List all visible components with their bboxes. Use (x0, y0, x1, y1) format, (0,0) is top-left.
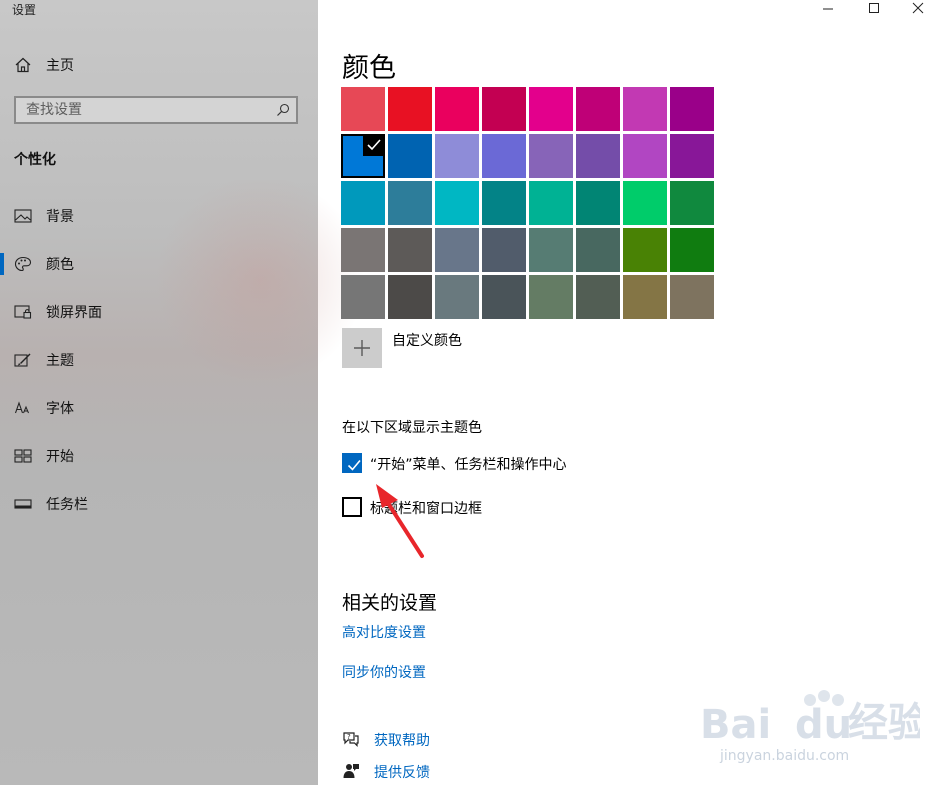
sidebar-home-label: 主页 (46, 58, 74, 74)
annotation-arrow (376, 484, 424, 558)
color-swatch[interactable] (529, 228, 573, 272)
sidebar-item-taskbar[interactable]: 任务栏 (0, 486, 318, 522)
maximize-button[interactable] (852, 0, 898, 18)
color-swatch[interactable] (576, 181, 620, 225)
color-swatch-selected[interactable] (341, 134, 385, 178)
color-swatch[interactable] (435, 228, 479, 272)
sidebar-home[interactable]: 主页 (0, 48, 318, 82)
color-swatch[interactable] (482, 228, 526, 272)
svg-text:jingyan.baidu.com: jingyan.baidu.com (719, 748, 849, 764)
color-swatch[interactable] (623, 134, 667, 178)
color-swatch[interactable] (576, 134, 620, 178)
sidebar-item-fonts[interactable]: 字体 (0, 390, 318, 426)
sidebar-item-lock-screen[interactable]: 锁屏界面 (0, 294, 318, 330)
color-swatch[interactable] (388, 87, 432, 131)
sidebar-item-label: 字体 (46, 401, 74, 417)
color-swatch[interactable] (529, 134, 573, 178)
font-icon (14, 400, 32, 416)
color-swatch[interactable] (670, 134, 714, 178)
app-title: 设置 (12, 3, 37, 17)
high-contrast-link[interactable]: 高对比度设置 (342, 622, 426, 642)
sidebar-item-label: 主题 (46, 353, 74, 369)
close-button[interactable] (896, 0, 928, 18)
start-tiles-icon (14, 448, 32, 464)
selection-indicator (0, 253, 4, 275)
color-swatch[interactable] (576, 275, 620, 319)
sync-settings-link[interactable]: 同步你的设置 (342, 662, 426, 682)
color-swatch[interactable] (623, 87, 667, 131)
sidebar: 设置 主页 个性化 背景 颜色 锁屏界面 主题 (0, 0, 370, 785)
feedback-link[interactable]: 提供反馈 (374, 762, 430, 782)
sidebar-item-start[interactable]: 开始 (0, 438, 318, 474)
sidebar-item-label: 背景 (46, 209, 74, 225)
color-swatch[interactable] (623, 275, 667, 319)
color-swatch[interactable] (529, 275, 573, 319)
color-swatch[interactable] (623, 228, 667, 272)
color-swatch[interactable] (388, 181, 432, 225)
get-help-link[interactable]: 获取帮助 (374, 730, 430, 750)
page-title: 颜色 (342, 53, 396, 84)
accent-color-palette (341, 87, 714, 319)
color-swatch[interactable] (388, 134, 432, 178)
color-swatch[interactable] (529, 87, 573, 131)
lock-screen-icon (14, 304, 32, 320)
home-icon (14, 56, 32, 74)
search-input[interactable] (16, 98, 276, 122)
image-icon (14, 208, 32, 224)
custom-color-label[interactable]: 自定义颜色 (392, 330, 462, 350)
baidu-watermark-logo: Bai du 经验 jingyan.baidu.com (700, 690, 920, 764)
minimize-button[interactable] (806, 0, 852, 18)
color-swatch[interactable] (482, 275, 526, 319)
sidebar-item-colors[interactable]: 颜色 (0, 246, 318, 282)
svg-text:?: ? (347, 733, 351, 741)
search-box[interactable] (14, 96, 298, 124)
color-swatch[interactable] (341, 228, 385, 272)
color-swatch[interactable] (341, 87, 385, 131)
show-accent-heading: 在以下区域显示主题色 (342, 420, 482, 436)
color-swatch[interactable] (435, 87, 479, 131)
svg-text:经验: 经验 (848, 700, 920, 746)
plus-icon (342, 340, 382, 372)
sidebar-item-themes[interactable]: 主题 (0, 342, 318, 378)
color-swatch[interactable] (670, 275, 714, 319)
search-icon[interactable] (276, 102, 290, 116)
palette-icon (14, 256, 32, 272)
sidebar-item-label: 锁屏界面 (46, 305, 102, 321)
sidebar-item-label: 任务栏 (46, 497, 88, 513)
feedback-icon (342, 762, 360, 780)
color-swatch[interactable] (341, 275, 385, 319)
sidebar-item-label: 开始 (46, 449, 74, 465)
checkmark-icon (363, 134, 385, 156)
taskbar-icon (14, 496, 32, 512)
color-swatch[interactable] (435, 275, 479, 319)
title-bar-checkbox[interactable] (342, 497, 362, 517)
custom-color-button[interactable] (342, 328, 382, 368)
color-swatch[interactable] (482, 181, 526, 225)
color-swatch[interactable] (670, 87, 714, 131)
color-swatch[interactable] (576, 228, 620, 272)
color-swatch[interactable] (482, 134, 526, 178)
color-swatch[interactable] (670, 181, 714, 225)
color-swatch[interactable] (388, 228, 432, 272)
sidebar-item-label: 颜色 (46, 257, 74, 273)
start-taskbar-checkbox-label[interactable]: “开始”菜单、任务栏和操作中心 (370, 454, 567, 474)
color-swatch[interactable] (670, 228, 714, 272)
related-settings-heading: 相关的设置 (342, 592, 438, 614)
color-swatch[interactable] (482, 87, 526, 131)
color-swatch[interactable] (341, 181, 385, 225)
help-chat-icon: ? (342, 730, 360, 748)
color-swatch[interactable] (435, 134, 479, 178)
svg-text:Bai: Bai (700, 702, 771, 748)
color-swatch[interactable] (435, 181, 479, 225)
sidebar-item-background[interactable]: 背景 (0, 198, 318, 234)
color-swatch[interactable] (623, 181, 667, 225)
theme-brush-icon (14, 352, 32, 368)
start-taskbar-checkbox[interactable] (342, 453, 362, 473)
color-swatch[interactable] (388, 275, 432, 319)
color-swatch[interactable] (576, 87, 620, 131)
svg-text:du: du (795, 702, 852, 748)
color-swatch[interactable] (529, 181, 573, 225)
section-heading: 个性化 (14, 152, 56, 168)
